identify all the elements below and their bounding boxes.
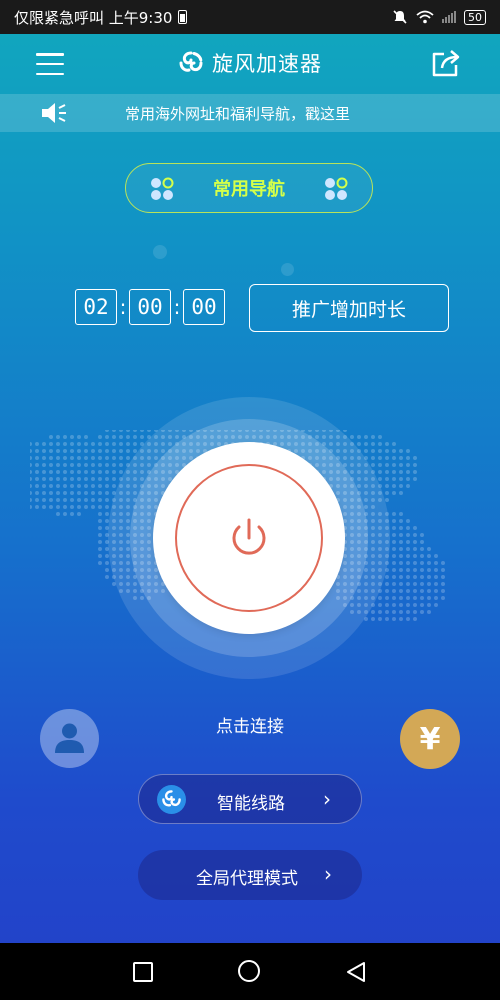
clover-icon: [151, 177, 174, 200]
notice-bar[interactable]: 常用海外网址和福利导航，戳这里: [0, 94, 500, 132]
home-button[interactable]: [238, 960, 260, 982]
proxy-mode-selector[interactable]: 全局代理模式 ›: [138, 850, 362, 900]
chevron-right-icon: ›: [323, 787, 331, 811]
mute-icon: [393, 10, 407, 24]
app-header: 旋风加速器: [0, 34, 500, 92]
signal-icon: [442, 11, 456, 23]
common-nav-button[interactable]: 常用导航: [125, 163, 373, 213]
remaining-time: 02 : 00 : 00: [75, 289, 225, 325]
user-icon: [55, 723, 84, 753]
speaker-icon: [42, 103, 66, 123]
decor-dot: [281, 263, 294, 276]
extend-time-button[interactable]: 推广增加时长: [249, 284, 449, 332]
chevron-right-icon: ›: [324, 862, 332, 886]
timer-seconds: 00: [183, 289, 225, 325]
route-selector[interactable]: 智能线路 ›: [138, 774, 362, 824]
app-screen: 仅限紧急呼叫 上午9:30 50 旋风加速器 常用海外网址和福利导航，戳这里 常…: [0, 0, 500, 1000]
notice-text: 常用海外网址和福利导航，戳这里: [125, 105, 351, 123]
whirlwind-logo-icon: [179, 51, 203, 72]
menu-icon[interactable]: [36, 53, 64, 75]
power-icon: [232, 518, 266, 555]
recharge-button[interactable]: ¥: [400, 709, 460, 769]
clover-icon: [325, 177, 348, 200]
share-icon[interactable]: [430, 48, 462, 78]
back-button[interactable]: [345, 961, 367, 983]
power-button[interactable]: [153, 442, 345, 634]
user-button[interactable]: [40, 709, 99, 768]
recent-apps-button[interactable]: [133, 962, 153, 982]
timer-colon: :: [173, 295, 181, 319]
timer-hours: 02: [75, 289, 117, 325]
app-title-text: 旋风加速器: [212, 52, 322, 76]
timer-colon: :: [119, 295, 127, 319]
system-nav-bar: [0, 943, 500, 1000]
wifi-icon: [416, 10, 434, 24]
common-nav-label: 常用导航: [213, 179, 285, 200]
status-text: 仅限紧急呼叫 上午9:30: [14, 8, 173, 27]
app-title: 旋风加速器: [178, 48, 322, 78]
status-bar: 仅限紧急呼叫 上午9:30 50: [0, 0, 500, 34]
timer-minutes: 00: [129, 289, 171, 325]
small-battery-icon: [178, 10, 188, 24]
battery-icon: 50: [464, 9, 486, 25]
decor-dot: [153, 245, 167, 259]
